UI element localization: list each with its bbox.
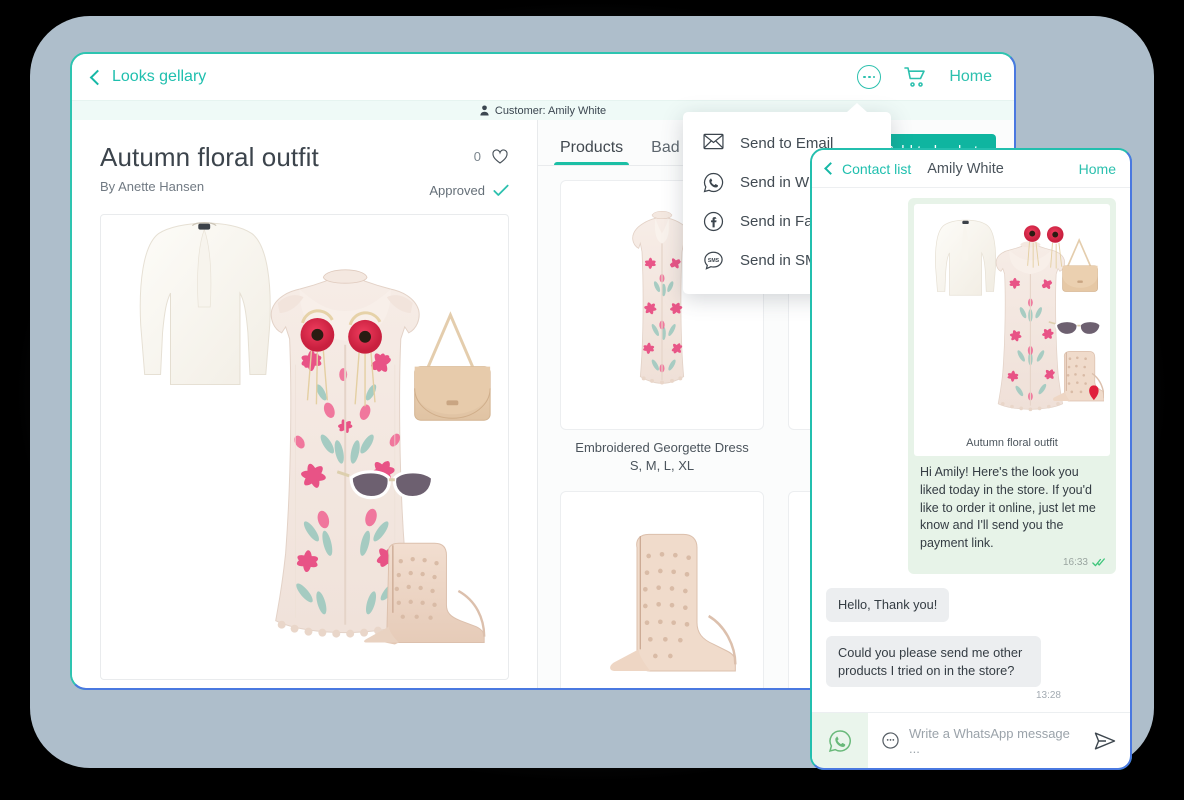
- menu-item-label: Send in Fa: [740, 213, 813, 230]
- cardigan-item: [139, 222, 271, 385]
- chat-input-bar: Write a WhatsApp message ...: [812, 712, 1130, 768]
- check-icon: [493, 184, 509, 197]
- approval-status: Approved: [429, 183, 509, 198]
- tablet-topbar: Looks gellary Home: [72, 54, 1014, 100]
- sunglasses-thumb: [1048, 320, 1102, 336]
- product-name: Embroidered Georgette Dress: [575, 440, 749, 455]
- dress-thumb: [995, 241, 1066, 412]
- emoji-icon[interactable]: [882, 732, 899, 749]
- person-icon: [480, 105, 489, 116]
- back-label: Looks gellary: [112, 68, 207, 85]
- chat-image-caption: Autumn floral outfit: [966, 437, 1058, 449]
- status-badge: Approved: [429, 183, 485, 198]
- svg-text:SMS: SMS: [708, 258, 720, 264]
- chat-bubble-incoming: Hello, Thank you!: [826, 587, 950, 622]
- chat-input-placeholder: Write a WhatsApp message ...: [909, 725, 1070, 756]
- chat-image-card[interactable]: Autumn floral outfit: [914, 204, 1110, 456]
- look-collage-card[interactable]: [100, 214, 509, 680]
- double-check-icon: [1092, 558, 1106, 567]
- chevron-left-icon: [89, 69, 106, 85]
- chat-message-time: 13:28: [1035, 690, 1061, 702]
- handbag-item: [414, 311, 491, 421]
- menu-item-label: Send in Wh: [740, 174, 818, 191]
- home-link[interactable]: Home: [949, 68, 992, 86]
- product-item: [560, 491, 764, 688]
- look-title-block: Autumn floral outfit By Anette Hansen: [100, 142, 319, 194]
- menu-item-label: Send in SM: [740, 252, 818, 269]
- shopping-cart-icon[interactable]: [903, 66, 927, 88]
- back-to-contact-list-button[interactable]: Contact list: [824, 160, 912, 177]
- product-image-bootie: [610, 533, 737, 672]
- facebook-icon: [703, 211, 724, 232]
- chat-thread[interactable]: Autumn floral outfit Hi Amily! Here's th…: [812, 188, 1130, 712]
- whatsapp-channel-button[interactable]: [812, 713, 868, 768]
- dot-2: [868, 75, 871, 79]
- product-card[interactable]: [560, 491, 764, 688]
- sms-icon: SMS: [703, 250, 724, 271]
- outfit-collage-thumbnail: [935, 219, 1104, 412]
- dot-3: [872, 75, 876, 79]
- look-author: By Anette Hansen: [100, 179, 205, 194]
- more-dots-icon[interactable]: [857, 65, 882, 89]
- outfit-collage-image: [139, 222, 491, 645]
- phone-home-link[interactable]: Home: [1079, 161, 1116, 177]
- customer-name-label: Customer: Amily White: [494, 104, 607, 117]
- whatsapp-icon: [828, 729, 852, 753]
- back-to-looks-gallery-button[interactable]: Looks gellary: [89, 68, 207, 86]
- look-detail-panel: Autumn floral outfit By Anette Hansen 0 …: [72, 120, 538, 688]
- tab-badges[interactable]: Bad: [651, 139, 679, 166]
- tab-products[interactable]: Products: [553, 139, 630, 166]
- chat-message-time: 16:33: [1062, 556, 1088, 568]
- look-meta: 0 Approved: [429, 142, 509, 198]
- heart-icon[interactable]: [491, 148, 509, 165]
- dot-1: [863, 75, 867, 79]
- chat-bubble-outgoing: Autumn floral outfit Hi Amily! Here's th…: [908, 198, 1116, 574]
- phone-topbar: Contact list Amily White Home: [812, 150, 1130, 188]
- chat-bubble-incoming: Could you please send me other products …: [826, 635, 1041, 688]
- handbag-thumb: [1062, 237, 1098, 292]
- page-title: Autumn floral outfit: [100, 142, 319, 172]
- chat-message-text: Hi Amily! Here's the look you liked toda…: [920, 465, 1096, 550]
- envelope-icon: [703, 133, 724, 154]
- chat-message-field[interactable]: Write a WhatsApp message ...: [868, 713, 1130, 768]
- like-row[interactable]: 0: [429, 148, 509, 165]
- product-sizes: S, M, L, XL: [629, 458, 695, 473]
- whatsapp-icon: [703, 172, 724, 193]
- look-header: Autumn floral outfit By Anette Hansen 0 …: [100, 142, 509, 198]
- topbar-actions: Home: [857, 65, 992, 89]
- like-count: 0: [473, 149, 481, 164]
- chat-message-meta: 16:33: [914, 555, 1110, 570]
- phone-chat-window: Contact list Amily White Home Autumn flo…: [810, 148, 1132, 770]
- send-icon[interactable]: [1094, 732, 1116, 750]
- chat-outfit-collage: [920, 210, 1104, 432]
- chevron-left-icon: [824, 162, 837, 175]
- contact-list-label: Contact list: [842, 160, 912, 177]
- cardigan-thumb: [935, 219, 997, 296]
- contact-name: Amily White: [927, 160, 1004, 177]
